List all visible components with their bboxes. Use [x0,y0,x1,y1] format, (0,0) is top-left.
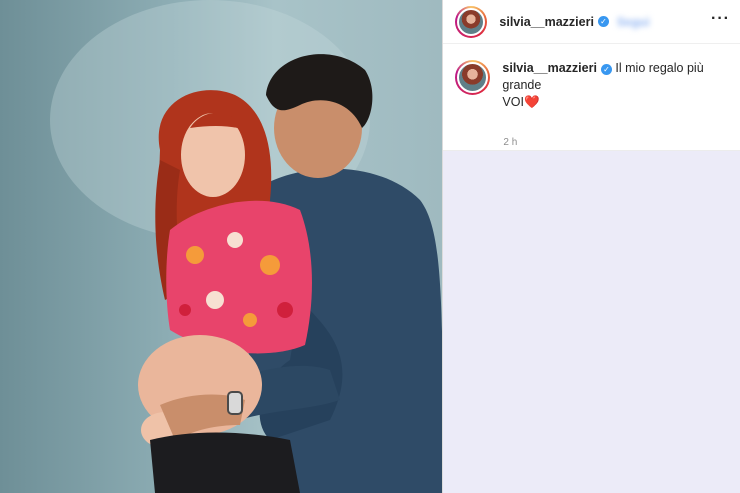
caption-avatar[interactable] [455,60,491,95]
post-header: silvia__mazzieri ✓ Segui ··· [443,0,740,44]
verified-badge-icon: ✓ [600,64,612,75]
post-timestamp[interactable]: 2 h [503,137,517,148]
avatar[interactable] [455,5,488,38]
caption: silvia__mazzieri ✓ Il mio regalo più gran… [502,60,727,150]
post-side-panel: silvia__mazzieri ✓ Segui ··· silvia__maz… [442,0,740,493]
caption-line-2-text: VOI [502,95,524,109]
post-photo[interactable] [0,0,443,493]
follow-button[interactable]: Segui [617,15,650,29]
caption-line-2: VOI❤️ [502,94,727,111]
header-username[interactable]: silvia__mazzieri [499,15,594,29]
caption-username[interactable]: silvia__mazzieri [502,61,597,75]
instagram-post: silvia__mazzieri ✓ Segui ··· silvia__maz… [0,0,740,493]
more-options-icon[interactable]: ··· [711,10,730,28]
verified-badge-icon: ✓ [597,16,609,27]
caption-section: silvia__mazzieri ✓ Il mio regalo più gran… [443,44,740,151]
heart-emoji-icon: ❤️ [523,95,540,109]
photo-illustration [50,0,443,493]
